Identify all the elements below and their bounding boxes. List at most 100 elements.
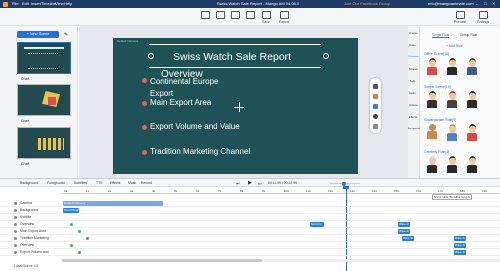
group-simple[interactable]: Simple Scene[16] bbox=[424, 85, 451, 89]
character-8[interactable] bbox=[446, 124, 458, 141]
camera-clip[interactable]: Default Camera bbox=[63, 201, 163, 206]
bullet-text-3[interactable]: Export Volume and Value bbox=[150, 122, 240, 131]
skip-forward-icon[interactable]: ⏭ bbox=[258, 181, 262, 186]
character-1[interactable] bbox=[426, 58, 438, 75]
redo-button[interactable] bbox=[214, 11, 226, 20]
visibility-icon[interactable] bbox=[14, 208, 17, 212]
paste-button[interactable] bbox=[244, 11, 256, 20]
visibility-icon[interactable] bbox=[14, 229, 17, 233]
menu-edit[interactable]: Edit bbox=[22, 0, 29, 8]
tl-record[interactable]: Record bbox=[141, 181, 152, 185]
character-4[interactable] bbox=[426, 91, 438, 108]
visibility-icon[interactable] bbox=[14, 215, 17, 219]
scene-thumbnail-1[interactable] bbox=[17, 42, 71, 74]
close-icon[interactable]: ✕ bbox=[492, 0, 495, 8]
zoom-tool-icon[interactable] bbox=[373, 114, 378, 119]
group-office[interactable]: Office Scene[16] bbox=[424, 52, 449, 56]
timeline-row[interactable] bbox=[0, 228, 500, 235]
character-2[interactable] bbox=[446, 58, 458, 75]
tl-foreground[interactable]: Foreground bbox=[47, 181, 65, 185]
preview-button[interactable]: Preview bbox=[452, 11, 468, 24]
crosshair-icon[interactable] bbox=[234, 102, 244, 112]
bullet-text-1[interactable]: Continental Europe Export bbox=[150, 76, 230, 100]
slide-canvas[interactable]: Default Camera Swiss Watch Sale Report O… bbox=[113, 38, 358, 174]
background-clip[interactable]: Scroll Bright bbox=[63, 208, 79, 213]
copy-button[interactable] bbox=[229, 11, 241, 20]
side-background[interactable]: Background bbox=[408, 128, 420, 130]
scene-thumbnail-2[interactable] bbox=[17, 84, 71, 116]
menu-help[interactable]: Help bbox=[64, 0, 72, 8]
side-images[interactable]: Images bbox=[409, 32, 418, 35]
anim-clip-2[interactable]: Wipe In bbox=[398, 222, 410, 227]
timeline-row[interactable] bbox=[0, 249, 500, 256]
character-3[interactable] bbox=[466, 58, 478, 75]
add-role-button[interactable]: + Add Role bbox=[446, 44, 463, 48]
new-scene-button[interactable]: + New Scene bbox=[17, 31, 59, 38]
tl-tts[interactable]: TTS bbox=[96, 181, 102, 185]
group-celebrity[interactable]: Celebrity Role[4] bbox=[424, 150, 449, 154]
character-10[interactable] bbox=[426, 156, 438, 173]
character-6[interactable] bbox=[466, 91, 478, 108]
tl-mask[interactable]: Mask bbox=[128, 181, 136, 185]
side-characters[interactable]: Characters bbox=[408, 56, 419, 58]
keyframe-dot[interactable] bbox=[86, 236, 89, 240]
timeline-row[interactable] bbox=[0, 214, 500, 221]
character-12[interactable] bbox=[466, 156, 478, 173]
tl-subtitles[interactable]: Subtitles bbox=[74, 181, 87, 185]
side-actions[interactable]: Actions bbox=[409, 104, 418, 107]
settings-button[interactable]: Settings bbox=[474, 11, 492, 24]
character-7[interactable] bbox=[426, 124, 438, 139]
side-shapes[interactable]: Shapes bbox=[409, 68, 418, 71]
visibility-icon[interactable] bbox=[14, 222, 17, 226]
pen-tool-icon[interactable] bbox=[373, 94, 378, 99]
anim-clip-7[interactable]: Wipe In bbox=[454, 250, 466, 255]
visibility-icon[interactable] bbox=[14, 201, 17, 205]
timeline-row[interactable] bbox=[0, 242, 500, 249]
visibility-icon[interactable] bbox=[14, 236, 17, 240]
export-button[interactable]: Export bbox=[277, 11, 291, 24]
shape-tool-icon[interactable] bbox=[373, 104, 378, 109]
keyframe-dot[interactable] bbox=[70, 222, 73, 226]
timeline-row[interactable] bbox=[0, 221, 500, 228]
anim-clip-5[interactable]: Wipe In bbox=[454, 236, 466, 241]
menu-view[interactable]: View bbox=[55, 0, 64, 8]
menu-file[interactable]: File bbox=[12, 0, 18, 8]
anim-clip-1[interactable]: Scroll In bbox=[310, 222, 324, 227]
timeline-scrollbar[interactable] bbox=[62, 259, 500, 262]
facebook-link[interactable]: Join Our Facebook Group bbox=[344, 0, 390, 8]
zoom-slider[interactable] bbox=[330, 181, 360, 186]
side-video[interactable]: Video bbox=[409, 44, 416, 47]
playhead-knob[interactable] bbox=[343, 186, 349, 189]
bullet-text-4[interactable]: Tradition Marketing Channel bbox=[150, 147, 250, 156]
scene-menu-icon[interactable]: ✎ bbox=[64, 32, 68, 38]
tab-group-role[interactable]: Group Role bbox=[460, 33, 477, 37]
minimize-icon[interactable]: – bbox=[476, 0, 478, 8]
menu-timeline[interactable]: Timeline bbox=[41, 0, 56, 8]
character-5[interactable] bbox=[446, 91, 458, 108]
anim-clip-6[interactable]: Wipe In bbox=[454, 243, 466, 248]
visibility-icon[interactable] bbox=[14, 243, 17, 247]
zoom-knob[interactable] bbox=[342, 181, 346, 186]
undo-button[interactable] bbox=[199, 11, 211, 20]
menu-insert[interactable]: Insert bbox=[31, 0, 41, 8]
group-kindergarden[interactable]: Kindergarden Role[9] bbox=[424, 118, 456, 122]
maximize-icon[interactable]: □ bbox=[484, 0, 486, 8]
keyframe-dot[interactable] bbox=[70, 243, 73, 247]
keyframe-dot[interactable] bbox=[78, 229, 81, 233]
side-svg[interactable]: SVG bbox=[410, 80, 415, 83]
keyframe-dot[interactable] bbox=[78, 250, 81, 254]
tl-effects[interactable]: Effects bbox=[110, 181, 120, 185]
timeline-row[interactable] bbox=[0, 235, 500, 242]
character-9[interactable] bbox=[466, 124, 478, 141]
anim-clip-3[interactable]: Wipe In bbox=[398, 229, 410, 234]
save-button[interactable]: Save bbox=[259, 11, 273, 24]
side-audio[interactable]: Audio bbox=[409, 92, 416, 95]
scene-thumbnail-3[interactable] bbox=[17, 127, 71, 159]
anim-clip-4[interactable]: Wipe In bbox=[402, 236, 414, 241]
side-effects[interactable]: Effects bbox=[409, 116, 417, 119]
play-button[interactable]: ▶ bbox=[248, 181, 252, 186]
slide-title[interactable]: Swiss Watch Sale Report bbox=[173, 51, 291, 63]
tl-background[interactable]: Background bbox=[20, 181, 38, 185]
scrollbar-thumb[interactable] bbox=[62, 259, 262, 262]
visibility-icon[interactable] bbox=[14, 250, 17, 254]
